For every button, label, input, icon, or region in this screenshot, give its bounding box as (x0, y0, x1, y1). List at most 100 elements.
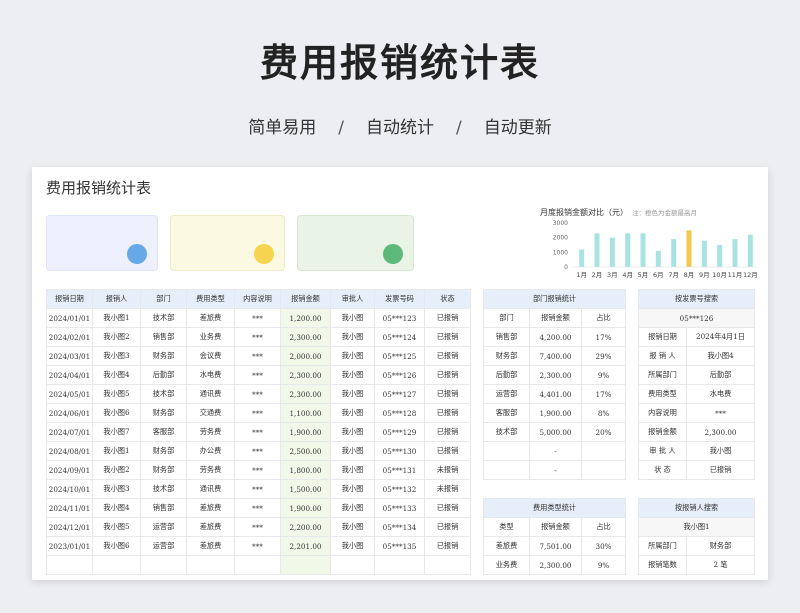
table-cell[interactable]: 技术部 (140, 384, 187, 404)
table-cell[interactable]: 运营部 (483, 384, 530, 404)
table-cell[interactable]: 已报销 (424, 441, 471, 461)
table-cell[interactable]: 交通费 (186, 403, 235, 423)
table-cell[interactable] (234, 555, 281, 575)
table-cell[interactable] (483, 460, 530, 480)
table-cell[interactable]: 我小图 (330, 365, 375, 385)
field-value[interactable]: 水电费 (685, 384, 756, 404)
table-cell[interactable]: 05***131 (374, 460, 425, 480)
table-cell[interactable]: 差旅费 (186, 498, 235, 518)
table-cell[interactable]: 1,100.00 (280, 403, 331, 423)
table-cell[interactable]: 我小图 (330, 498, 375, 518)
table-cell[interactable]: *** (234, 365, 281, 385)
table-cell[interactable]: 05***128 (374, 403, 425, 423)
table-cell[interactable]: 我小图 (330, 327, 375, 347)
table-cell[interactable]: 劳务费 (186, 460, 235, 480)
table-cell[interactable]: *** (234, 422, 281, 442)
table-cell[interactable]: 05***126 (374, 365, 425, 385)
table-cell[interactable]: *** (234, 403, 281, 423)
table-cell[interactable]: 通讯费 (186, 479, 235, 499)
table-cell[interactable]: 29% (580, 346, 627, 366)
table-cell[interactable] (483, 441, 530, 461)
table-cell[interactable]: 2024/05/01 (46, 384, 93, 404)
table-cell[interactable]: 后勤部 (140, 365, 187, 385)
table-cell[interactable]: 05***133 (374, 498, 425, 518)
table-cell[interactable]: 我小图2 (92, 327, 141, 347)
field-value[interactable]: 我小图 (685, 441, 756, 461)
table-cell[interactable]: 我小图 (330, 536, 375, 556)
table-cell[interactable]: 水电费 (186, 365, 235, 385)
table-cell[interactable]: 我小图4 (92, 498, 141, 518)
table-cell[interactable]: 我小图 (330, 479, 375, 499)
table-cell[interactable]: 我小图1 (92, 308, 141, 328)
table-cell[interactable]: 我小图7 (92, 422, 141, 442)
table-cell[interactable]: 已报销 (424, 422, 471, 442)
table-cell[interactable]: 我小图 (330, 460, 375, 480)
table-cell[interactable]: 2024/03/01 (46, 346, 93, 366)
table-cell[interactable]: 我小图5 (92, 517, 141, 537)
table-cell[interactable]: 1,500.00 (280, 479, 331, 499)
field-value[interactable]: 2,300.00 (685, 422, 756, 442)
field-value[interactable]: 2 笔 (685, 555, 756, 575)
table-cell[interactable]: 运营部 (140, 517, 187, 537)
table-cell[interactable]: 差旅费 (186, 308, 235, 328)
table-cell[interactable]: 2024/01/01 (46, 308, 93, 328)
table-cell[interactable]: 财务部 (140, 441, 187, 461)
table-cell[interactable]: 我小图6 (92, 403, 141, 423)
table-cell[interactable]: 4,200.00 (529, 327, 582, 347)
table-cell[interactable]: 05***130 (374, 441, 425, 461)
table-cell[interactable]: 2024/12/01 (46, 517, 93, 537)
table-cell[interactable]: *** (234, 498, 281, 518)
table-cell[interactable]: 办公费 (186, 441, 235, 461)
table-cell[interactable]: 9% (580, 555, 627, 575)
table-cell[interactable]: 17% (580, 384, 627, 404)
table-cell[interactable] (580, 441, 627, 461)
table-cell[interactable]: 我小图4 (92, 365, 141, 385)
table-cell[interactable] (424, 555, 471, 575)
invoice-search-input[interactable]: 05***126 (637, 308, 756, 328)
table-cell[interactable]: 1,900.00 (529, 403, 582, 423)
table-cell[interactable]: 已报销 (424, 498, 471, 518)
table-cell[interactable]: 会议费 (186, 346, 235, 366)
table-cell[interactable]: *** (234, 517, 281, 537)
table-cell[interactable] (92, 555, 141, 575)
table-cell[interactable]: 30% (580, 536, 627, 556)
table-cell[interactable]: 通讯费 (186, 384, 235, 404)
table-cell[interactable]: 2024/09/01 (46, 460, 93, 480)
person-search-input[interactable]: 我小图1 (637, 517, 756, 537)
table-cell[interactable]: 已报销 (424, 327, 471, 347)
table-cell[interactable]: 我小图6 (92, 536, 141, 556)
table-cell[interactable]: 05***135 (374, 536, 425, 556)
table-cell[interactable]: - (529, 460, 582, 480)
table-cell[interactable]: 我小图 (330, 403, 375, 423)
field-value[interactable]: 2024年4月1日 (685, 327, 756, 347)
table-cell[interactable]: 已报销 (424, 365, 471, 385)
table-cell[interactable]: 5,000.00 (529, 422, 582, 442)
table-cell[interactable]: 我小图5 (92, 384, 141, 404)
table-cell[interactable]: 1,800.00 (280, 460, 331, 480)
table-cell[interactable]: 1,900.00 (280, 498, 331, 518)
table-cell[interactable]: 05***129 (374, 422, 425, 442)
table-cell[interactable]: *** (234, 441, 281, 461)
table-cell[interactable] (580, 460, 627, 480)
table-cell[interactable]: 已报销 (424, 517, 471, 537)
table-cell[interactable]: 2023/01/01 (46, 536, 93, 556)
table-cell[interactable]: 业务费 (186, 327, 235, 347)
table-cell[interactable]: 05***124 (374, 327, 425, 347)
table-cell[interactable] (186, 555, 235, 575)
table-cell[interactable]: *** (234, 460, 281, 480)
table-cell[interactable]: 差旅费 (186, 517, 235, 537)
table-cell[interactable]: 2024/11/01 (46, 498, 93, 518)
table-cell[interactable]: 我小图1 (92, 441, 141, 461)
table-cell[interactable]: 17% (580, 327, 627, 347)
field-value[interactable]: 我小图4 (685, 346, 756, 366)
table-cell[interactable]: 销售部 (483, 327, 530, 347)
table-cell[interactable]: 2024/06/01 (46, 403, 93, 423)
table-cell[interactable]: 1,900.00 (280, 422, 331, 442)
table-cell[interactable]: 05***134 (374, 517, 425, 537)
table-cell[interactable]: *** (234, 346, 281, 366)
table-cell[interactable]: 我小图3 (92, 479, 141, 499)
table-cell[interactable]: 财务部 (483, 346, 530, 366)
table-cell[interactable]: 劳务费 (186, 422, 235, 442)
table-cell[interactable]: 我小图 (330, 384, 375, 404)
table-cell[interactable]: 2,500.00 (280, 441, 331, 461)
